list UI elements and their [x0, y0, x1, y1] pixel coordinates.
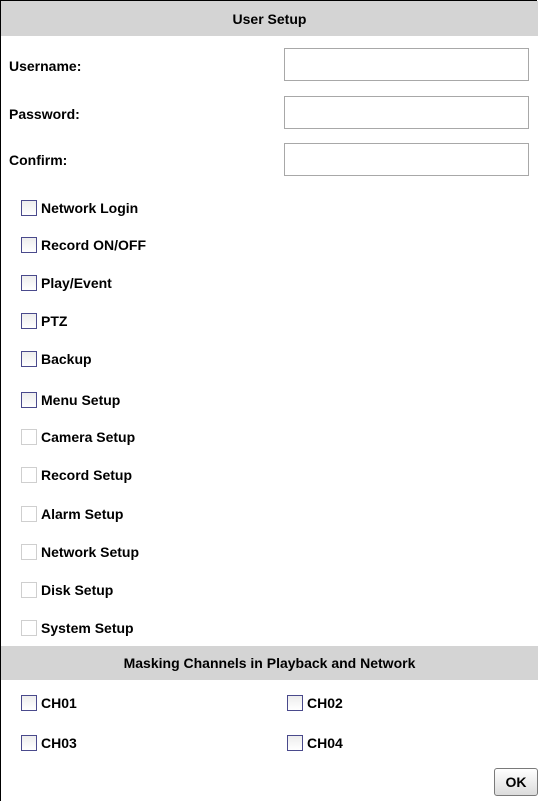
perm-network-setup-row: Network Setup [21, 541, 139, 563]
user-setup-title: User Setup [232, 10, 307, 27]
channel-ch04-label: CH04 [307, 735, 343, 751]
perm-record-setup-checkbox [21, 467, 37, 483]
perm-ptz-checkbox[interactable] [21, 313, 37, 329]
perm-network-setup-label: Network Setup [41, 544, 140, 560]
confirm-label: Confirm: [9, 152, 68, 168]
perm-ptz-label: PTZ [41, 313, 68, 329]
channel-ch02-row[interactable]: CH02 [287, 692, 343, 714]
perm-camera-setup-row: Camera Setup [21, 426, 135, 448]
channel-ch01-checkbox[interactable] [21, 695, 37, 711]
perm-play-event-checkbox[interactable] [21, 275, 37, 291]
perm-menu-setup-row[interactable]: Menu Setup [21, 389, 120, 411]
perm-record-onoff-row[interactable]: Record ON/OFF [21, 234, 146, 256]
password-label: Password: [9, 106, 80, 122]
perm-disk-setup-row: Disk Setup [21, 579, 113, 601]
perm-menu-setup-label: Menu Setup [41, 392, 121, 408]
channel-ch03-label: CH03 [41, 735, 77, 751]
perm-system-setup-checkbox [21, 620, 37, 636]
perm-system-setup-label: System Setup [41, 620, 134, 636]
user-setup-header: User Setup [1, 1, 538, 36]
perm-disk-setup-checkbox [21, 582, 37, 598]
channel-ch01-label: CH01 [41, 695, 77, 711]
perm-network-setup-checkbox [21, 544, 37, 560]
perm-play-event-row[interactable]: Play/Event [21, 272, 112, 294]
perm-record-setup-row: Record Setup [21, 464, 132, 486]
masking-section-title: Masking Channels in Playback and Network [123, 655, 416, 671]
channel-ch02-checkbox[interactable] [287, 695, 303, 711]
channel-ch03-checkbox[interactable] [21, 735, 37, 751]
ok-button[interactable]: OK [494, 768, 538, 796]
perm-disk-setup-label: Disk Setup [41, 582, 114, 598]
perm-network-login-row[interactable]: Network Login [21, 197, 138, 219]
perm-backup-label: Backup [41, 351, 92, 367]
perm-record-onoff-checkbox[interactable] [21, 237, 37, 253]
username-input[interactable] [284, 48, 529, 81]
password-input[interactable] [284, 96, 529, 129]
channel-ch04-checkbox[interactable] [287, 735, 303, 751]
channel-ch01-row[interactable]: CH01 [21, 692, 77, 714]
perm-ptz-row[interactable]: PTZ [21, 310, 67, 332]
channel-ch03-row[interactable]: CH03 [21, 732, 77, 754]
perm-alarm-setup-row: Alarm Setup [21, 503, 123, 525]
channel-ch02-label: CH02 [307, 695, 343, 711]
perm-camera-setup-label: Camera Setup [41, 429, 136, 445]
perm-alarm-setup-label: Alarm Setup [41, 506, 124, 522]
perm-camera-setup-checkbox [21, 429, 37, 445]
perm-record-onoff-label: Record ON/OFF [41, 237, 147, 253]
username-label: Username: [9, 58, 82, 74]
perm-play-event-label: Play/Event [41, 275, 112, 291]
perm-menu-setup-checkbox[interactable] [21, 392, 37, 408]
confirm-password-input[interactable] [284, 143, 529, 176]
channel-ch04-row[interactable]: CH04 [287, 732, 343, 754]
perm-system-setup-row: System Setup [21, 617, 134, 639]
perm-record-setup-label: Record Setup [41, 467, 133, 483]
masking-section-header: Masking Channels in Playback and Network [1, 646, 538, 680]
perm-network-login-checkbox[interactable] [21, 200, 37, 216]
perm-network-login-label: Network Login [41, 200, 139, 216]
perm-backup-row[interactable]: Backup [21, 348, 92, 370]
perm-backup-checkbox[interactable] [21, 351, 37, 367]
perm-alarm-setup-checkbox [21, 506, 37, 522]
